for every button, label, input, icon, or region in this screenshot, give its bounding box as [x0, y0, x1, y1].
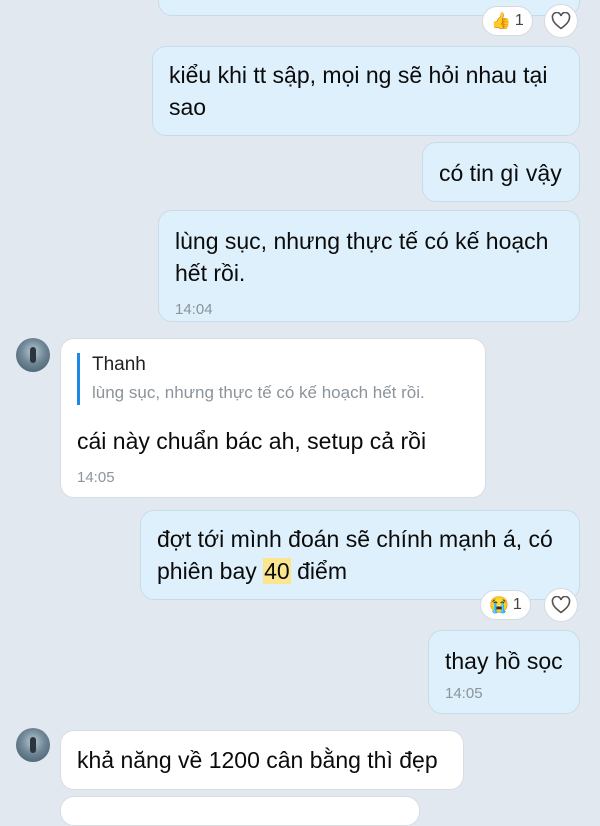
highlighted-text: 40 — [263, 558, 291, 584]
crying-face-icon: 😭 — [489, 597, 509, 614]
message-bubble-outgoing[interactable]: có tin gì vậy — [422, 142, 580, 202]
message-bubble-incoming[interactable]: khả năng về 1200 cân bằng thì đẹp — [60, 730, 464, 790]
message-timestamp: 14:05 — [77, 469, 115, 486]
like-button[interactable] — [544, 588, 578, 622]
avatar[interactable] — [16, 728, 50, 762]
message-text: đợt tới mình đoán sẽ chính mạnh á, có ph… — [157, 526, 553, 584]
message-text: thay hồ sọc — [445, 648, 563, 674]
avatar[interactable] — [16, 338, 50, 372]
reaction-badge[interactable]: 👍 1 — [482, 6, 533, 36]
message-text: kiểu khi tt sập, mọi ng sẽ hỏi nhau tại … — [169, 62, 548, 120]
message-text: lùng sục, nhưng thực tế có kế hoạch hết … — [175, 228, 549, 286]
message-bubble-outgoing[interactable]: thay hồ sọc 14:05 — [428, 630, 580, 714]
message-bubble-partial[interactable] — [60, 796, 420, 826]
quote-text: lùng sục, nhưng thực tế có kế hoạch hết … — [92, 383, 425, 402]
reaction-count: 1 — [514, 12, 524, 29]
message-bubble-incoming[interactable]: Thanh lùng sục, nhưng thực tế có kế hoạc… — [60, 338, 486, 498]
message-bubble-outgoing[interactable]: lùng sục, nhưng thực tế có kế hoạch hết … — [158, 210, 580, 322]
message-bubble-outgoing[interactable]: kiểu khi tt sập, mọi ng sẽ hỏi nhau tại … — [152, 46, 580, 136]
message-timestamp: 14:04 — [175, 301, 213, 318]
message-text: khả năng về 1200 cân bằng thì đẹp — [77, 747, 438, 773]
message-timestamp: 14:05 — [445, 685, 483, 702]
message-bubble-outgoing[interactable]: đợt tới mình đoán sẽ chính mạnh á, có ph… — [140, 510, 580, 600]
reply-quote[interactable]: Thanh lùng sục, nhưng thực tế có kế hoạc… — [77, 353, 469, 405]
message-text: điểm — [290, 558, 347, 584]
reaction-count: 1 — [512, 596, 522, 613]
quote-author: Thanh — [92, 354, 146, 375]
message-text: cái này chuẩn bác ah, setup cả rồi — [77, 428, 427, 454]
like-button[interactable] — [544, 4, 578, 38]
thumbs-up-icon: 👍 — [491, 13, 511, 30]
reaction-badge[interactable]: 😭 1 — [480, 590, 531, 620]
message-text: có tin gì vậy — [439, 160, 562, 186]
heart-icon — [551, 12, 571, 30]
heart-icon — [551, 596, 571, 614]
